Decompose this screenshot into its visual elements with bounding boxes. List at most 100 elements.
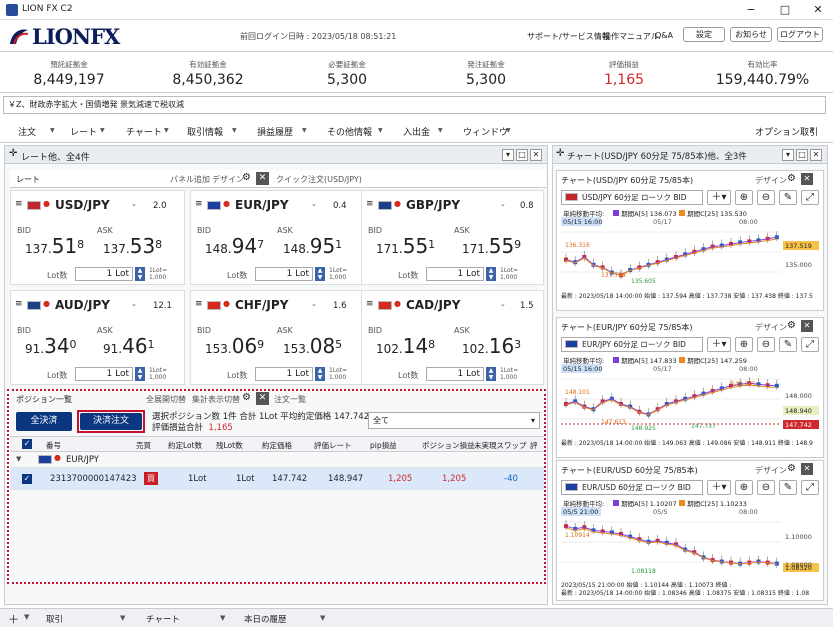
col-more[interactable]: 評: [530, 440, 538, 451]
zoom-out-icon[interactable]: ⊖: [757, 480, 775, 495]
zoom-out-icon[interactable]: ⊖: [757, 337, 775, 352]
col-remain[interactable]: 残Lot数: [216, 440, 243, 451]
menu-icon[interactable]: ≡: [15, 299, 23, 309]
logout-button[interactable]: ログアウト: [777, 27, 823, 42]
add-tab-icon[interactable]: ＋: [8, 611, 19, 627]
chart-plot[interactable]: 05/15 16:00 05/17 08:00 148.101 148.925 147.6…: [561, 364, 821, 436]
col-swap[interactable]: 未実現スワップ: [474, 440, 527, 451]
quick-order-field[interactable]: クイック注文(USD/JPY): [276, 174, 362, 185]
select-all-checkbox[interactable]: ✓: [22, 439, 32, 449]
col-pl[interactable]: ポジション損益: [422, 440, 475, 451]
support-link[interactable]: サポート/サービス情報: [527, 31, 610, 42]
settle-all-button[interactable]: 全決済: [16, 412, 72, 431]
chart-design-link[interactable]: デザイン: [755, 175, 787, 186]
status-tab-history[interactable]: 本日の履歴: [244, 613, 287, 625]
qa-link[interactable]: Q&A: [655, 31, 673, 40]
row-checkbox[interactable]: ✓: [22, 474, 32, 484]
close-icon[interactable]: ✕: [256, 392, 269, 405]
chart-plot[interactable]: 05/5 21:00 05/5 08:001.109141.08118 1.08320…: [561, 507, 821, 579]
add-indicator-button[interactable]: ＋▾: [707, 337, 731, 352]
draw-icon[interactable]: ✎: [779, 480, 797, 495]
news-ticker[interactable]: ￥Z、財政赤字拡大・国債増発 景気減速で税収減: [3, 96, 826, 114]
close-icon[interactable]: ✕: [256, 172, 269, 185]
menu-icon[interactable]: ≡: [15, 199, 23, 209]
add-indicator-button[interactable]: ＋▾: [707, 480, 731, 495]
col-price[interactable]: 約定価格: [262, 440, 292, 451]
lot-input[interactable]: 1 Lot: [255, 367, 313, 381]
zoom-in-icon[interactable]: ⊕: [735, 190, 753, 205]
gear-icon[interactable]: ⚙: [787, 173, 796, 184]
fit-icon[interactable]: ⤢: [801, 480, 819, 495]
zoom-out-icon[interactable]: ⊖: [757, 190, 775, 205]
lot-stepper[interactable]: ▲ ▼: [135, 367, 145, 381]
position-filter-select[interactable]: 全て ▾: [368, 412, 540, 429]
pair-name[interactable]: USD/JPY: [55, 198, 110, 212]
menu-chart[interactable]: チャート: [126, 125, 162, 138]
minimize-button[interactable]: −: [736, 2, 766, 18]
col-pip[interactable]: pip損益: [370, 440, 397, 451]
lot-stepper[interactable]: ▲ ▼: [486, 367, 496, 381]
menu-trade-info[interactable]: 取引情報: [187, 125, 223, 138]
lot-stepper[interactable]: ▲ ▼: [486, 267, 496, 281]
zoom-in-icon[interactable]: ⊕: [735, 337, 753, 352]
design-link[interactable]: デザイン: [212, 174, 244, 185]
ask-price[interactable]: 153.085: [283, 334, 342, 358]
bid-price[interactable]: 153.069: [205, 334, 264, 358]
ask-price[interactable]: 148.951: [283, 234, 342, 258]
panel-restore-button[interactable]: □: [516, 149, 528, 161]
menu-other-info[interactable]: その他情報: [327, 125, 372, 138]
add-panel-link[interactable]: パネル追加: [170, 174, 210, 185]
pair-name[interactable]: EUR/JPY: [235, 198, 289, 212]
bid-price[interactable]: 148.947: [205, 234, 264, 258]
close-icon[interactable]: ✕: [801, 463, 813, 475]
lot-stepper[interactable]: ▲ ▼: [135, 267, 145, 281]
bid-price[interactable]: 91.340: [25, 334, 77, 358]
gear-icon[interactable]: ⚙: [242, 172, 251, 183]
menu-icon[interactable]: ≡: [195, 299, 203, 309]
status-tab-chart[interactable]: チャート: [146, 613, 180, 625]
gear-icon[interactable]: ⚙: [242, 392, 251, 403]
chart-plot[interactable]: 05/15 16:00 05/17 08:00 136.316 135.605 137.7…: [561, 217, 821, 289]
lot-input[interactable]: 1 Lot: [426, 367, 484, 381]
close-icon[interactable]: ✕: [801, 173, 813, 185]
tab-rate[interactable]: レート: [16, 174, 40, 185]
draw-icon[interactable]: ✎: [779, 190, 797, 205]
lot-stepper[interactable]: ▲ ▼: [315, 367, 325, 381]
status-tab-trade[interactable]: 取引: [46, 613, 63, 625]
fit-icon[interactable]: ⤢: [801, 190, 819, 205]
fit-icon[interactable]: ⤢: [801, 337, 819, 352]
panel-restore-button[interactable]: □: [796, 149, 808, 161]
bid-price[interactable]: 137.518: [25, 234, 84, 258]
bid-price[interactable]: 102.148: [376, 334, 435, 358]
menu-order[interactable]: 注文: [18, 125, 36, 138]
close-icon[interactable]: ✕: [801, 320, 813, 332]
panel-dropdown-button[interactable]: ▾: [502, 149, 514, 161]
tab-orders[interactable]: 注文一覧: [274, 394, 306, 405]
menu-window[interactable]: ウィンドウ: [463, 125, 508, 138]
pair-name[interactable]: CHF/JPY: [235, 298, 288, 312]
lot-input[interactable]: 1 Lot: [75, 267, 133, 281]
lot-input[interactable]: 1 Lot: [75, 367, 133, 381]
menu-icon[interactable]: ≡: [366, 199, 374, 209]
gear-icon[interactable]: ⚙: [787, 320, 796, 331]
pair-name[interactable]: AUD/JPY: [55, 298, 110, 312]
expand-toggle[interactable]: 全展開切替: [146, 394, 186, 405]
menu-icon[interactable]: ≡: [195, 199, 203, 209]
ask-price[interactable]: 102.163: [462, 334, 521, 358]
ask-price[interactable]: 171.559: [462, 234, 521, 258]
chart-design-link[interactable]: デザイン: [755, 322, 787, 333]
manual-link[interactable]: 操作マニュアル: [603, 31, 659, 42]
close-button[interactable]: ✕: [803, 2, 833, 18]
menu-deposit[interactable]: 入出金: [403, 125, 430, 138]
rate-card-aud[interactable]: ≡ ● AUD/JPY ⌄ 12.1 BID ASK 91.340 91.461…: [10, 290, 185, 385]
menu-option[interactable]: オプション取引: [755, 125, 818, 138]
menu-icon[interactable]: ≡: [366, 299, 374, 309]
panel-close-button[interactable]: ✕: [530, 149, 542, 161]
lot-input[interactable]: 1 Lot: [255, 267, 313, 281]
menu-rate[interactable]: レート: [70, 125, 97, 138]
rate-card-usd[interactable]: ≡ ● USD/JPY ⌄ 2.0 BID ASK 137.518 137.53…: [10, 190, 185, 285]
bid-price[interactable]: 171.551: [376, 234, 435, 258]
chart-symbol-select[interactable]: EUR/USD 60分足 ローソク BID: [561, 480, 703, 495]
group-row[interactable]: ▼ ● EUR/JPY: [10, 452, 544, 468]
rate-card-chf[interactable]: ≡ ● CHF/JPY ⌄ 1.6 BID ASK 153.069 153.08…: [190, 290, 365, 385]
